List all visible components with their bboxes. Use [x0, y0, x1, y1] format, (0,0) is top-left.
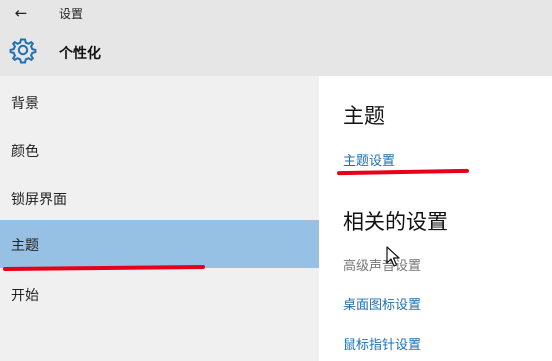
sidebar-item-label: 颜色 [11, 144, 39, 160]
sidebar-item-background[interactable]: 背景 [0, 78, 319, 126]
sidebar-item-label: 背景 [11, 96, 39, 112]
sidebar: 背景 颜色 锁屏界面 主题 开始 [0, 76, 319, 361]
related-settings-heading: 相关的设置 [343, 210, 448, 234]
back-arrow-icon[interactable]: ← [10, 3, 32, 23]
sidebar-item-colors[interactable]: 颜色 [0, 126, 319, 174]
page-header: 个性化 [0, 26, 552, 76]
sidebar-item-label: 锁屏界面 [11, 192, 67, 208]
content-pane: 主题 主题设置 相关的设置 高级声音设置 桌面图标设置 鼠标指针设置 [319, 76, 552, 361]
mouse-pointer-settings-link[interactable]: 鼠标指针设置 [343, 334, 421, 353]
sidebar-item-label: 主题 [11, 238, 39, 254]
sidebar-item-start[interactable]: 开始 [0, 270, 319, 318]
theme-settings-link[interactable]: 主题设置 [343, 150, 395, 169]
title-bar: ← 设置 [0, 0, 552, 26]
page-title: 个性化 [59, 46, 101, 62]
gear-icon [9, 38, 37, 64]
window-title: 设置 [59, 7, 84, 21]
sidebar-item-themes[interactable]: 主题 [0, 220, 319, 268]
sidebar-item-label: 开始 [11, 288, 39, 304]
theme-heading: 主题 [343, 104, 385, 128]
advanced-sound-settings-text: 高级声音设置 [343, 259, 422, 274]
mouse-cursor-icon [386, 246, 400, 267]
sidebar-item-lock-screen[interactable]: 锁屏界面 [0, 174, 319, 222]
desktop-icon-settings-link[interactable]: 桌面图标设置 [343, 294, 421, 313]
